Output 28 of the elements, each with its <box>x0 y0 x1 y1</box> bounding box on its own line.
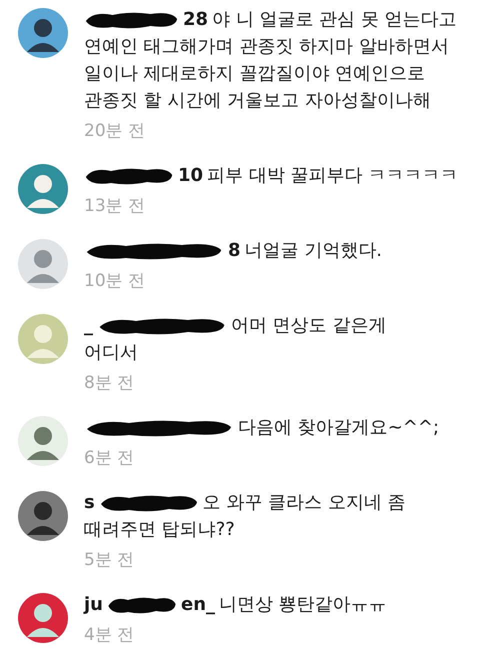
avatar-icon[interactable] <box>18 8 68 58</box>
comment-time: 8분 전 <box>84 372 134 394</box>
username-fragment[interactable]: 8 <box>228 237 241 264</box>
comment-text: 일이나 제대로하지 꼴깝질이야 연예인으로 <box>84 62 426 86</box>
username-fragment[interactable]: _ <box>84 312 93 339</box>
comment-text: 피부 대박 꿀피부다 ㅋㅋㅋㅋㅋ <box>207 164 458 188</box>
comment-text: 관종짓 할 시간에 거울보고 자아성찰이나해 <box>84 89 431 113</box>
comment-text: 다음에 찾아갈게요~^^; <box>238 416 440 440</box>
comment-text: 어디서 <box>84 341 138 365</box>
username-fragment[interactable]: s <box>84 489 95 516</box>
comment-text: 오 와꾸 클라스 오지네 좀 <box>202 491 406 515</box>
comment-time: 10분 전 <box>84 270 146 292</box>
comment-time: 20분 전 <box>84 120 146 142</box>
comment-time: 5분 전 <box>84 549 134 571</box>
comment-text: 어머 면상도 같은게 <box>231 314 386 338</box>
username-fragment[interactable]: 10 <box>178 162 204 189</box>
comment-text: 야 니 얼굴로 관심 못 얻는다고 <box>212 8 457 32</box>
comment-time: 4분 전 <box>84 624 134 646</box>
avatar-icon[interactable] <box>18 491 68 541</box>
comment-text: 너얼굴 기억했다. <box>244 239 382 263</box>
username-fragment[interactable]: en_ <box>180 591 216 618</box>
username-fragment[interactable]: ju <box>84 591 103 618</box>
comment-time: 6분 전 <box>84 447 134 469</box>
comment-time: 13분 전 <box>84 195 146 217</box>
comment-text: 연예인 태그해가며 관종짓 하지마 알바하면서 <box>84 35 449 59</box>
comment-text: 때려주면 탑되냐?? <box>84 518 235 542</box>
username-fragment[interactable]: 28 <box>183 6 208 33</box>
comment-text: 니면상 뿅탄같아ㅠㅠ <box>219 593 387 617</box>
